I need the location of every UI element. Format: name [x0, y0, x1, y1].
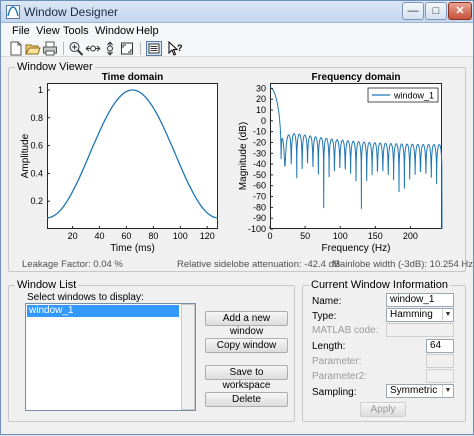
- time-y-label: Amplitude: [20, 133, 31, 178]
- freq-x-tick-label: 100: [333, 231, 348, 241]
- freq-y-tick-label: -90: [253, 213, 266, 223]
- type-value: Hamming: [390, 309, 433, 320]
- frequency-domain-line: [270, 87, 443, 230]
- freq-y-tick-label: 30: [256, 83, 266, 93]
- freq-x-tick-label: 50: [300, 231, 310, 241]
- chevron-down-icon: ▼: [442, 385, 453, 397]
- freq-x-tick-label: 150: [368, 231, 383, 241]
- legend-entry: window_1: [393, 91, 434, 101]
- time-x-tick-label: 120: [200, 231, 215, 241]
- leakage-factor-text: Leakage Factor: 0.04 %: [22, 259, 123, 270]
- chevron-down-icon: ▼: [442, 309, 453, 321]
- delete-button[interactable]: Delete: [205, 392, 288, 407]
- parameter-field: [426, 354, 454, 368]
- window-designer-window: Window Designer — □ ✕ File View Tools Wi…: [0, 0, 474, 435]
- apply-button[interactable]: Apply: [360, 402, 406, 417]
- freq-y-label: Magnitude (dB): [238, 122, 249, 190]
- freq-x-tick-label: 200: [403, 231, 418, 241]
- window-list-title: Window List: [15, 279, 79, 291]
- time-y-tick-label: 1: [38, 85, 43, 95]
- freq-y-tick-label: -50: [253, 170, 266, 180]
- sampling-label: Sampling:: [312, 387, 357, 398]
- freq-y-tick-label: -60: [253, 181, 266, 191]
- freq-x-tick-label: 0: [267, 231, 272, 241]
- type-label: Type:: [312, 311, 337, 322]
- freq-y-tick-label: -30: [253, 148, 266, 158]
- time-y-tick-label: 0.4: [30, 168, 43, 178]
- freq-y-tick-label: -100: [248, 224, 266, 234]
- mainlobe-width-text: Mainlobe width (-3dB): 10.254 Hz: [332, 259, 473, 270]
- copy-window-button[interactable]: Copy window: [205, 338, 288, 353]
- time-x-tick-label: 40: [95, 231, 105, 241]
- time-y-tick-label: 0.8: [30, 113, 43, 123]
- freq-y-tick-label: -70: [253, 192, 266, 202]
- name-field[interactable]: window_1: [386, 293, 454, 307]
- freq-x-label: Frequency (Hz): [322, 243, 391, 254]
- current-window-info-title: Current Window Information: [309, 279, 450, 291]
- freq-y-tick-label: 20: [256, 94, 266, 104]
- list-scrollbar[interactable]: [181, 304, 195, 410]
- frequency-domain-title: Frequency domain: [312, 72, 401, 83]
- time-y-tick-label: 0.6: [30, 141, 43, 151]
- time-y-tick-label: 0.2: [30, 196, 43, 206]
- select-windows-prompt: Select windows to display:: [27, 292, 144, 303]
- time-domain-title: Time domain: [102, 72, 164, 83]
- time-x-label: Time (ms): [110, 243, 155, 254]
- freq-y-tick-label: -40: [253, 159, 266, 169]
- time-domain-line: [46, 89, 219, 219]
- time-x-tick-label: 60: [121, 231, 131, 241]
- save-to-workspace-button[interactable]: Save to workspace: [205, 365, 288, 391]
- sampling-value: Symmetric: [390, 385, 438, 396]
- time-x-tick-label: 80: [148, 231, 158, 241]
- freq-y-tick-label: -80: [253, 202, 266, 212]
- time-x-tick-label: 100: [173, 231, 188, 241]
- freq-y-tick-label: 10: [256, 105, 266, 115]
- freq-y-tick-label: -20: [253, 137, 266, 147]
- parameter2-label: Parameter2:: [312, 371, 368, 382]
- freq-y-tick-label: -10: [253, 127, 266, 137]
- matlab-code-field: [386, 323, 454, 337]
- add-window-button[interactable]: Add a new window: [205, 311, 288, 337]
- parameter-label: Parameter:: [312, 356, 362, 367]
- sidelobe-attenuation-text: Relative sidelobe attenuation: -42.4 dB: [177, 259, 341, 270]
- parameter2-field: [426, 369, 454, 383]
- length-field[interactable]: 64: [426, 339, 454, 353]
- freq-y-tick-label: 0: [261, 116, 266, 126]
- matlab-code-label: MATLAB code:: [312, 325, 379, 336]
- name-label: Name:: [312, 296, 342, 307]
- length-label: Length:: [312, 341, 346, 352]
- sampling-select[interactable]: Symmetric ▼: [386, 384, 454, 398]
- list-item[interactable]: window_1: [27, 305, 179, 317]
- time-x-tick-label: 20: [68, 231, 78, 241]
- window-listbox[interactable]: window_1: [25, 303, 196, 411]
- type-select[interactable]: Hamming ▼: [386, 308, 454, 322]
